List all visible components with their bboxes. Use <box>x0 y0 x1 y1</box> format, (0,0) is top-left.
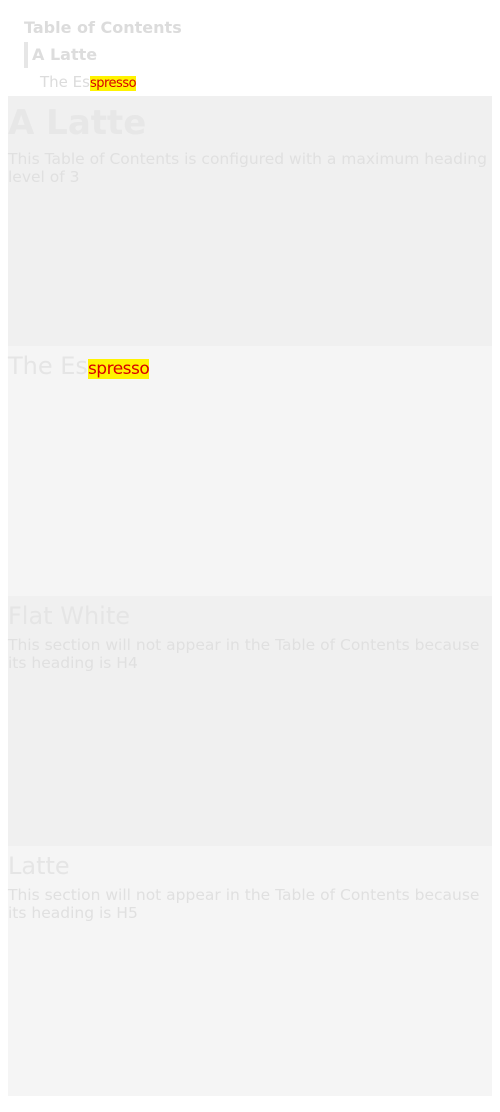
toc-title: Table of Contents <box>24 18 182 37</box>
section-heading: A Latte <box>8 103 147 143</box>
search-highlight: spresso <box>87 359 150 379</box>
section-heading: The Esspresso <box>8 346 492 386</box>
section-text: This section will not appear in the Tabl… <box>8 886 480 922</box>
toc-item-a-latte[interactable]: A Latte <box>24 42 484 68</box>
search-highlight: spresso <box>89 76 137 91</box>
section-latte: Latte This section will not appear in th… <box>8 846 492 1096</box>
section-flat-white: Flat White This section will not appear … <box>8 596 492 846</box>
section-text: This section will not appear in the Tabl… <box>8 636 480 672</box>
section-heading-prefix: The Es <box>8 352 88 380</box>
section-heading: Latte <box>8 852 70 880</box>
table-of-contents: Table of Contents A Latte The Esspresso <box>24 16 484 96</box>
toc-list: A Latte The Esspresso <box>24 42 484 96</box>
section-text: This Table of Contents is configured wit… <box>8 150 487 186</box>
section-the-espresso: The Esspresso <box>8 346 492 596</box>
toc-item-label-prefix: The Es <box>40 73 90 91</box>
section-a-latte: A Latte This Table of Contents is config… <box>8 96 492 346</box>
toc-item-label: A Latte <box>32 45 98 64</box>
toc-item-the-espresso[interactable]: The Esspresso <box>24 68 484 96</box>
section-heading: Flat White <box>8 602 131 630</box>
